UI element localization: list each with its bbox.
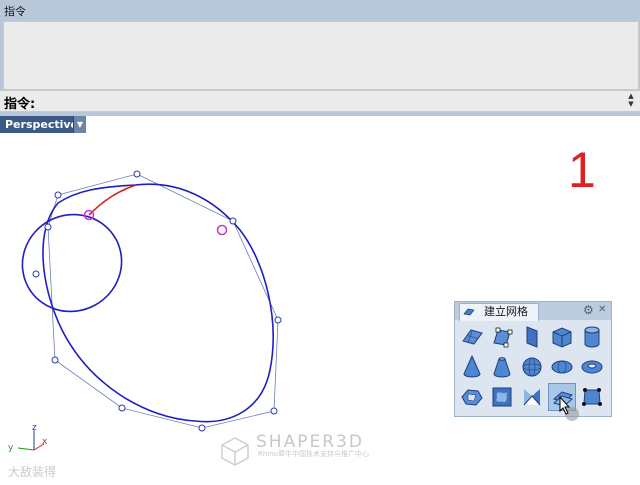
control-point [44, 223, 52, 231]
control-polygon [47, 173, 279, 429]
control-point [229, 217, 237, 225]
control-point [274, 316, 282, 324]
mesh-polygon-button[interactable] [488, 323, 516, 351]
ellipse-curve [21, 213, 123, 313]
mesh-box-face-button[interactable] [518, 323, 546, 351]
command-spin-button[interactable]: ▲ ▼ [626, 92, 636, 109]
control-point [270, 407, 278, 415]
control-point [32, 270, 40, 278]
mesh-polygon-icon [493, 327, 513, 348]
closed-curve [42, 183, 274, 423]
mesh-plane-button[interactable] [458, 323, 486, 351]
toolbar-tab[interactable]: 建立网格 [459, 303, 539, 321]
mesh-cone-icon [463, 354, 481, 378]
mesh-torus-button[interactable] [578, 353, 606, 381]
mesh-cylinder-icon [584, 326, 600, 348]
control-point [51, 356, 59, 364]
viewport-title-tab[interactable]: Perspective [0, 116, 78, 133]
mesh-plane-icon [462, 329, 483, 345]
mesh-corner-button[interactable] [518, 383, 546, 411]
control-point [54, 191, 62, 199]
mesh-cylinder-button[interactable] [578, 323, 606, 351]
control-point [198, 424, 206, 432]
mesh-box-face-icon [526, 326, 538, 348]
watermark-subtitle: Rhino犀牛中国技术支持与推广中心 [258, 450, 369, 458]
selected-point [216, 224, 228, 236]
axis-indicator-icon: z x y [8, 424, 48, 453]
command-panel-title: 指令 [4, 5, 26, 18]
mesh-from-nurbs-button[interactable] [458, 383, 486, 411]
command-history[interactable] [3, 21, 639, 90]
axis-y-label: y [8, 443, 14, 453]
command-input[interactable] [40, 92, 624, 110]
mesh-sphere-button[interactable] [518, 353, 546, 381]
viewport-menu-arrow-icon[interactable]: ▼ [73, 116, 86, 133]
close-icon[interactable]: ✕ [598, 304, 606, 315]
axis-z-label: z [32, 424, 37, 433]
mesh-truncated-cone-button[interactable] [488, 353, 516, 381]
control-point [118, 404, 126, 412]
mesh-ellipsoid-button[interactable] [548, 353, 576, 381]
mesh-corner-icon [523, 389, 541, 406]
toolbar-title: 建立网格 [484, 305, 528, 318]
mesh-toolbar-panel: 建立网格 ⚙ ✕ [454, 301, 612, 417]
toolbar-header: 建立网格 ⚙ ✕ [455, 302, 611, 321]
mesh-tab-icon [463, 308, 475, 316]
mesh-box-button[interactable] [548, 323, 576, 351]
command-panel: 指令 指令: ▲ ▼ [0, 0, 640, 116]
step-number-label: 1 [568, 142, 596, 198]
mesh-sphere-icon [522, 357, 542, 377]
mesh-box-icon [552, 327, 572, 348]
command-input-row: 指令: ▲ ▼ [0, 90, 640, 112]
mesh-patch-button[interactable] [488, 383, 516, 411]
mesh-cone-button[interactable] [458, 353, 486, 381]
shaper3d-logo-icon [221, 437, 249, 466]
gear-icon[interactable]: ⚙ [583, 303, 594, 317]
mesh-patch-icon [492, 387, 512, 407]
command-prompt: 指令: [4, 97, 36, 112]
mesh-ellipsoid-icon [551, 360, 573, 374]
mouse-cursor-icon [559, 396, 579, 421]
mesh-torus-icon [581, 360, 603, 374]
mesh-truncated-cone-icon [493, 357, 511, 378]
control-point [133, 170, 141, 178]
axis-x-label: x [42, 437, 48, 447]
mesh-from-nurbs-icon [461, 389, 483, 406]
watermark-corner: 大敌装得 [8, 465, 57, 479]
